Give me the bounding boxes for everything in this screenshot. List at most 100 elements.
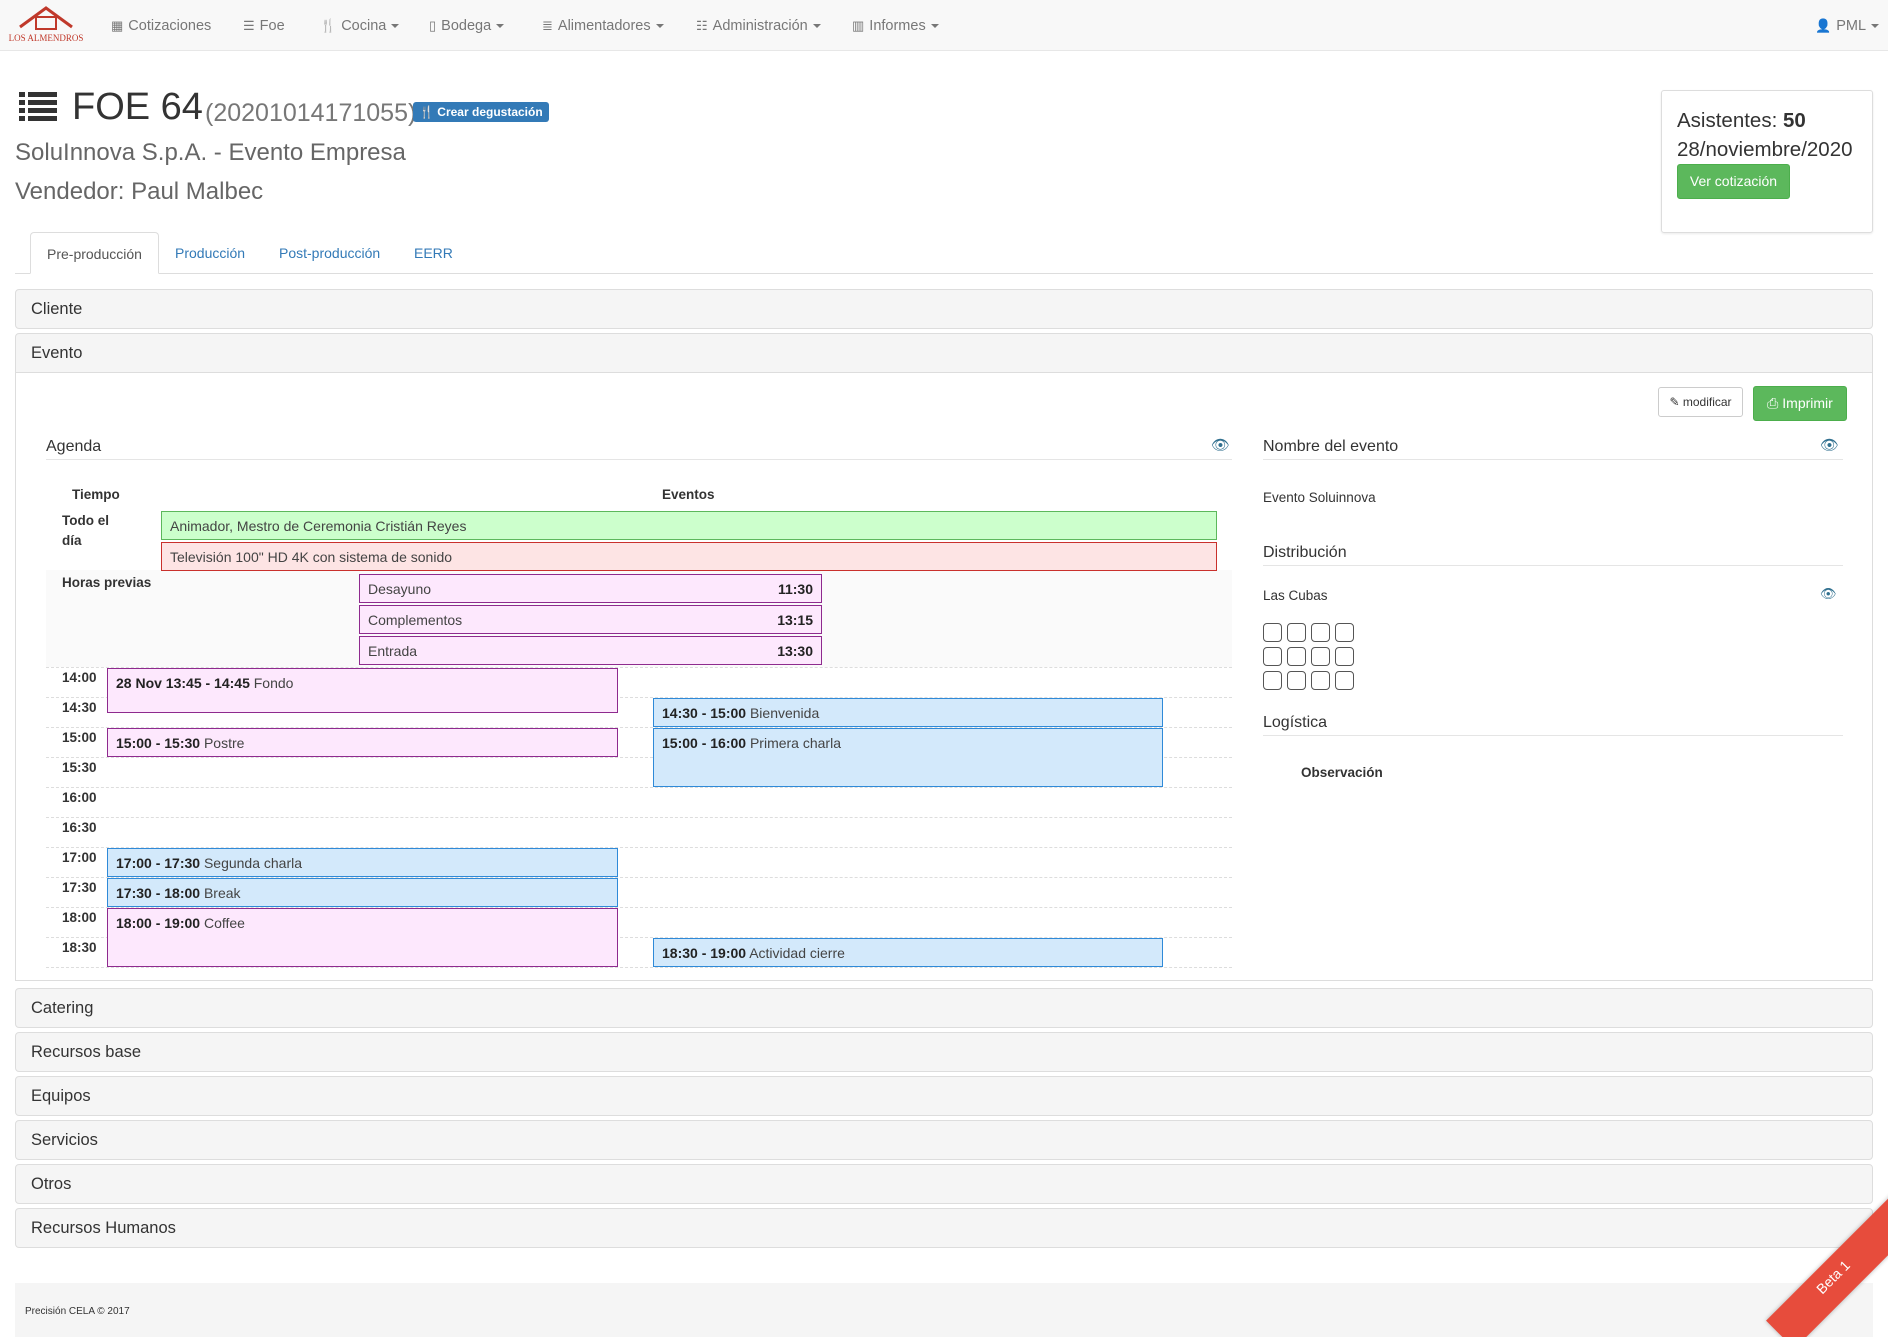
tab-post-produccion[interactable]: Post-producción: [263, 232, 396, 274]
panel-evento[interactable]: Evento: [15, 333, 1873, 373]
table-slot[interactable]: [1311, 623, 1330, 642]
event-time: 15:00 - 16:00: [662, 735, 747, 751]
house-logo-icon: [19, 6, 73, 30]
attendees: Asistentes: 50: [1677, 109, 1806, 133]
agenda-event[interactable]: 15:00 - 15:30 Postre: [107, 728, 618, 757]
distribution-title: Distribución: [1263, 544, 1347, 561]
observation-label: Observación: [1301, 765, 1383, 780]
nav-bodega[interactable]: ▯ Bodega: [429, 0, 505, 51]
nav-foe[interactable]: ☰ Foe: [243, 0, 285, 51]
tab-produccion[interactable]: Producción: [159, 232, 261, 274]
brand-logo[interactable]: Los Almendros: [6, 3, 86, 47]
table-slot[interactable]: [1335, 623, 1354, 642]
event-time: 13:30: [777, 643, 813, 659]
eye-icon[interactable]: 👁: [1211, 436, 1230, 454]
user-menu[interactable]: 👤 PML: [1815, 0, 1880, 51]
user-icon: 👤: [1815, 18, 1832, 33]
event-time: 11:30: [777, 581, 813, 597]
event-time: 13:15: [777, 612, 813, 628]
event-text: Segunda charla: [203, 855, 303, 871]
table-slot[interactable]: [1287, 671, 1306, 690]
view-quote-button[interactable]: Ver cotización: [1677, 164, 1790, 199]
event-time: 18:30 - 19:00: [662, 945, 747, 961]
slot-divider: [46, 817, 1232, 818]
panel-servicios[interactable]: Servicios: [15, 1120, 1873, 1160]
event-text: Complementos: [368, 612, 463, 628]
tab-eerr[interactable]: EERR: [398, 232, 469, 274]
footer-copyright: Precisión CELA © 2017: [25, 1306, 130, 1317]
prev-hour-event[interactable]: Entrada 13:30: [359, 636, 822, 665]
nav-informes[interactable]: ▥ Informes: [852, 0, 939, 51]
panel-cliente[interactable]: Cliente: [15, 289, 1873, 329]
eye-icon[interactable]: 👁: [1820, 436, 1839, 454]
panel-catering[interactable]: Catering: [15, 988, 1873, 1028]
caret-down-icon: [1871, 24, 1880, 29]
event-time: 14:30 - 15:00: [662, 705, 747, 721]
create-tasting-button[interactable]: 🍴 Crear degustación: [413, 102, 549, 122]
modify-label: modificar: [1682, 395, 1732, 409]
agenda-event[interactable]: 28 Nov 13:45 - 14:45 Fondo: [107, 668, 618, 713]
table-slot[interactable]: [1263, 671, 1282, 690]
event-text: Desayuno: [368, 581, 432, 597]
tab-pre-produccion[interactable]: Pre-producción: [30, 232, 159, 274]
agenda-event[interactable]: 18:00 - 19:00 Coffee: [107, 908, 618, 967]
panel-equipos[interactable]: Equipos: [15, 1076, 1873, 1116]
agenda-event[interactable]: 17:30 - 18:00 Break: [107, 878, 618, 907]
brand-name: Los Almendros: [8, 33, 84, 43]
event-text: Bienvenida: [749, 705, 820, 721]
caret-down-icon: [655, 24, 664, 29]
event-time: 17:00 - 17:30: [116, 855, 201, 871]
agenda-event[interactable]: 15:00 - 16:00 Primera charla: [653, 728, 1163, 787]
nav-cocina[interactable]: 🍴 Cocina: [320, 0, 400, 51]
table-slot[interactable]: [1335, 671, 1354, 690]
time-slot: 18:00: [62, 910, 97, 925]
panel-recursos-base[interactable]: Recursos base: [15, 1032, 1873, 1072]
event-date: 28/noviembre/2020: [1677, 138, 1853, 161]
all-day-event[interactable]: Animador, Mestro de Ceremonia Cristián R…: [161, 511, 1217, 540]
table-slot[interactable]: [1311, 671, 1330, 690]
eye-icon[interactable]: 👁: [1820, 586, 1837, 602]
print-button[interactable]: ⎙ Imprimir: [1753, 386, 1847, 421]
database-icon: ≣: [542, 18, 553, 33]
panel-otros[interactable]: Otros: [15, 1164, 1873, 1204]
event-text: Coffee: [203, 915, 245, 931]
table-slot[interactable]: [1263, 647, 1282, 666]
prev-hour-event[interactable]: Desayuno 11:30: [359, 574, 822, 603]
agenda-event[interactable]: 18:30 - 19:00 Actividad cierre: [653, 938, 1163, 967]
event-text: Primera charla: [749, 735, 841, 751]
agenda-event[interactable]: 14:30 - 15:00 Bienvenida: [653, 698, 1163, 727]
event-text: Animador, Mestro de Ceremonia Cristián R…: [170, 518, 467, 534]
seller-name: Vendedor: Paul Malbec: [15, 178, 264, 205]
prev-hour-event[interactable]: Complementos 13:15: [359, 605, 822, 634]
caret-down-icon: [812, 24, 821, 29]
file-icon: ▯: [429, 18, 437, 33]
table-slot[interactable]: [1287, 623, 1306, 642]
agenda-event[interactable]: 17:00 - 17:30 Segunda charla: [107, 848, 618, 877]
table-slot[interactable]: [1311, 647, 1330, 666]
table-slot[interactable]: [1335, 647, 1354, 666]
user-name: PML: [1836, 18, 1867, 34]
attendees-value: 50: [1782, 109, 1806, 132]
nav-alimentadores[interactable]: ≣ Alimentadores: [542, 0, 664, 51]
panel-recursos-humanos[interactable]: Recursos Humanos: [15, 1208, 1873, 1248]
nav-administracion[interactable]: ☷ Administración: [696, 0, 821, 51]
event-name-value: Evento Soluinnova: [1263, 490, 1376, 505]
event-name-title: Nombre del evento: [1263, 438, 1399, 455]
all-day-event[interactable]: Televisión 100" HD 4K con sistema de son…: [161, 542, 1217, 571]
nav-cotizaciones[interactable]: ▦ Cotizaciones: [111, 0, 211, 51]
table-slot[interactable]: [1263, 623, 1282, 642]
footer: Precisión CELA © 2017: [15, 1283, 1873, 1337]
table-slot[interactable]: [1287, 647, 1306, 666]
caret-down-icon: [930, 24, 939, 29]
summary-box: Asistentes: 50 28/noviembre/2020 Ver cot…: [1661, 90, 1873, 233]
slot-divider: [46, 967, 1232, 968]
print-label: Imprimir: [1782, 395, 1833, 411]
time-slot: 16:30: [62, 820, 97, 835]
nav-label: Informes: [869, 18, 926, 34]
event-text: Televisión 100" HD 4K con sistema de son…: [170, 549, 453, 565]
prev-hours-label: Horas previas: [62, 575, 152, 590]
beta-ribbon-band: [1766, 1187, 1888, 1337]
col-time-header: Tiempo: [72, 487, 120, 502]
modify-button[interactable]: ✎ modificar: [1658, 387, 1743, 417]
tasks-icon: ☷: [696, 18, 708, 33]
